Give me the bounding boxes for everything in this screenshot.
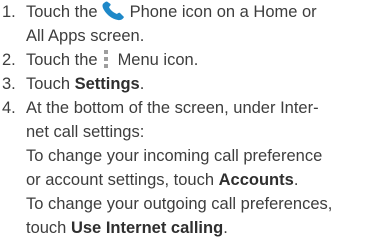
step-text: Touch the — [26, 3, 98, 21]
step-2-line-1: Touch the Menu icon. — [26, 48, 198, 72]
step-number: 3. — [2, 75, 16, 93]
step-3-line-1: Touch Settings. — [26, 72, 144, 96]
outgoing-line-1: To change your outgoing call preferences… — [26, 195, 333, 213]
menu-icon — [103, 50, 108, 68]
step-text: Menu icon. — [117, 51, 199, 69]
step-text: or account settings, touch — [26, 171, 215, 189]
punctuation: . — [293, 171, 299, 189]
incoming-line-1: To change your incoming call preference — [26, 147, 323, 165]
use-internet-calling-label: Use Internet calling — [70, 219, 224, 237]
settings-label: Settings — [74, 75, 140, 93]
punctuation: . — [223, 219, 228, 237]
outgoing-line-2: touch Use Internet calling. — [26, 216, 228, 240]
step-1-line-1: Touch the Phone icon on a Home or — [26, 0, 317, 24]
incoming-line-2: or account settings, touch Accounts. — [26, 168, 298, 192]
instructions-list: 1. Touch the Phone icon on a Home or All… — [0, 0, 392, 246]
step-text: Phone icon on a Home or — [129, 3, 317, 21]
step-text: Touch — [26, 75, 71, 93]
phone-icon — [102, 1, 124, 21]
step-text: touch — [26, 219, 67, 237]
step-text: Touch the — [26, 51, 98, 69]
accounts-label: Accounts — [218, 171, 294, 189]
step-1-line-2: All Apps screen. — [26, 27, 145, 45]
step-number: 1. — [2, 3, 16, 21]
step-4-line-1: At the bottom of the screen, under Inter… — [26, 99, 319, 117]
step-number: 4. — [2, 99, 16, 117]
step-number: 2. — [2, 51, 16, 69]
step-4-line-2: net call settings: — [26, 123, 145, 141]
punctuation: . — [139, 75, 145, 93]
